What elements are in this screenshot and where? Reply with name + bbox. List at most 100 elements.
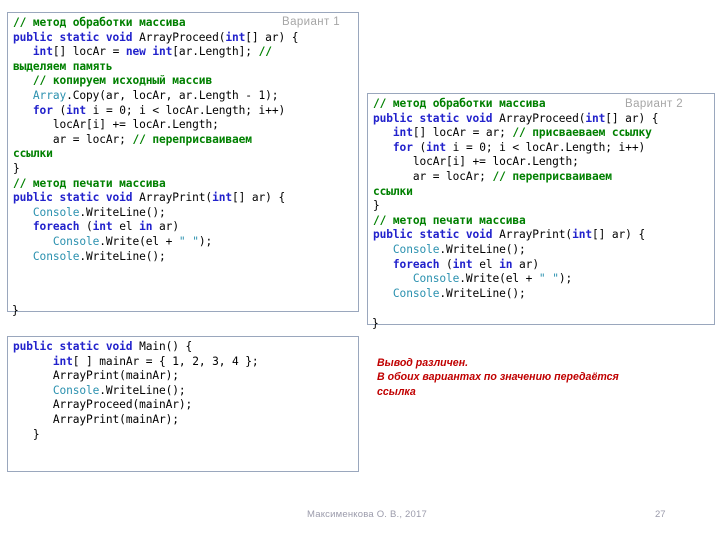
code-line: int[] locAr = new int[ar.Length]; //	[13, 45, 354, 60]
code-token: in	[499, 257, 513, 271]
code-token: ar)	[512, 257, 539, 271]
code-token: el	[472, 257, 500, 271]
code-line: }	[13, 428, 354, 443]
code-token: Main() {	[139, 340, 193, 353]
variant-badge-2: Вариант 2	[625, 98, 684, 110]
code-line: Console.WriteLine();	[13, 250, 354, 265]
code-line: ArrayProceed(mainAr);	[13, 398, 354, 413]
code-panel-main-method: public static void Main() { int[ ] mainA…	[7, 336, 359, 472]
code-line: for (int i = 0; i < locAr.Length; i++)	[373, 141, 710, 156]
code-line: ArrayPrint(mainAr);	[13, 369, 354, 384]
code-token: [] locAr =	[52, 45, 126, 59]
code-line: Console.WriteLine();	[373, 243, 710, 258]
code-token: locAr[i] += locAr.Length;	[373, 155, 579, 169]
code-line: foreach (int el in ar)	[13, 220, 354, 235]
code-token: foreach	[392, 257, 447, 271]
code-token: );	[198, 234, 213, 248]
code-line: // метод печати массива	[373, 214, 710, 229]
code-line: int[] locAr = ar; // присваеваем ссылку	[373, 126, 710, 141]
code-line: Array.Copy(ar, locAr, ar.Length - 1);	[13, 89, 354, 104]
code-line: for (int i = 0; i < locAr.Length; i++)	[13, 104, 354, 119]
code-token: ArrayPrint(mainAr);	[13, 369, 179, 383]
code-token: el	[112, 220, 140, 234]
code-token: int	[92, 220, 113, 234]
code-token: i = 0; i < locAr.Length; i++)	[446, 140, 646, 154]
closing-brace-variant-1: }	[12, 304, 19, 317]
code-line: Console.WriteLine();	[373, 287, 710, 302]
code-line: ссылки	[13, 147, 354, 162]
code-panel-variant-1: // метод обработки массива public static …	[7, 12, 359, 312]
code-token: Console	[392, 286, 440, 300]
code-token: ArrayPrint(mainAr);	[13, 412, 179, 426]
code-token: // метод печати массива	[13, 176, 166, 190]
code-token: // метод печати массива	[373, 213, 526, 227]
code-token: .WriteLine();	[79, 205, 166, 219]
code-token: .Write(el +	[99, 234, 179, 248]
code-line: }	[13, 162, 354, 177]
code-token: for	[392, 140, 420, 154]
code-line: // метод печати массива	[13, 177, 354, 192]
code-line: public static void ArrayPrint(int[] ar) …	[373, 228, 710, 243]
code-token: " "	[538, 272, 559, 286]
code-line: }	[373, 199, 710, 214]
code-token: ArrayProceed(mainAr);	[13, 398, 193, 412]
code-line: ar = locAr; // переприсваиваем	[13, 133, 354, 148]
code-token: public static void	[13, 30, 140, 44]
code-token: ArrayProceed(	[139, 30, 226, 44]
code-line: locAr[i] += locAr.Length;	[373, 155, 710, 170]
code-token: [ar.Length];	[172, 45, 259, 59]
code-token: public static void	[373, 111, 500, 125]
code-token: int	[52, 354, 73, 368]
code-token: }	[373, 199, 380, 213]
closing-brace-variant-2: }	[372, 317, 379, 330]
code-token: .WriteLine();	[439, 242, 526, 256]
code-token: ArrayPrint(	[139, 191, 213, 205]
code-token: Console	[392, 242, 440, 256]
code-token: .Copy(ar, locAr, ar.Length - 1);	[66, 88, 279, 102]
code-line: foreach (int el in ar)	[373, 258, 710, 273]
code-token: // переприсваиваем	[132, 132, 252, 146]
code-token: " "	[178, 234, 199, 248]
code-line: int[ ] mainAr = { 1, 2, 3, 4 };	[13, 355, 354, 370]
conclusion-note-line-2: В обоих вариантах по значению передаётся	[377, 371, 619, 384]
conclusion-note-line-1: Вывод различен.	[377, 357, 469, 369]
code-token: // переприсваиваем	[492, 169, 612, 183]
code-token: public static void	[373, 228, 500, 242]
code-token: //	[258, 45, 272, 59]
code-token: [] ar) {	[605, 111, 659, 125]
code-token: );	[558, 272, 573, 286]
code-token: [] ar) {	[592, 228, 646, 242]
code-line: Console.WriteLine();	[13, 206, 354, 221]
code-token: }	[13, 427, 40, 441]
code-token: }	[13, 161, 20, 175]
code-line: ссылки	[373, 185, 710, 200]
code-token: foreach	[32, 220, 87, 234]
conclusion-note-line-3: ссылка	[377, 385, 416, 398]
code-token: Array	[32, 88, 67, 102]
code-token: // метод обработки массива	[13, 16, 186, 29]
code-line: Console.WriteLine();	[13, 384, 354, 399]
code-token: .WriteLine();	[99, 383, 186, 397]
code-token: int	[452, 257, 473, 271]
code-line: // копируем исходный массив	[13, 74, 354, 89]
code-panel-variant-2: // метод обработки массива public static …	[367, 93, 715, 325]
code-token: Console	[412, 272, 460, 286]
code-line: Console.Write(el + " ");	[13, 235, 354, 250]
code-token: in	[139, 220, 153, 234]
code-token: ссылки	[373, 184, 413, 198]
code-token: public static void	[13, 191, 140, 205]
code-token: locAr[i] += locAr.Length;	[13, 118, 219, 132]
code-token: int	[225, 30, 246, 44]
code-token: int	[66, 103, 87, 117]
code-token: // присваеваем ссылку	[512, 126, 652, 140]
code-token: ссылки	[13, 147, 53, 161]
